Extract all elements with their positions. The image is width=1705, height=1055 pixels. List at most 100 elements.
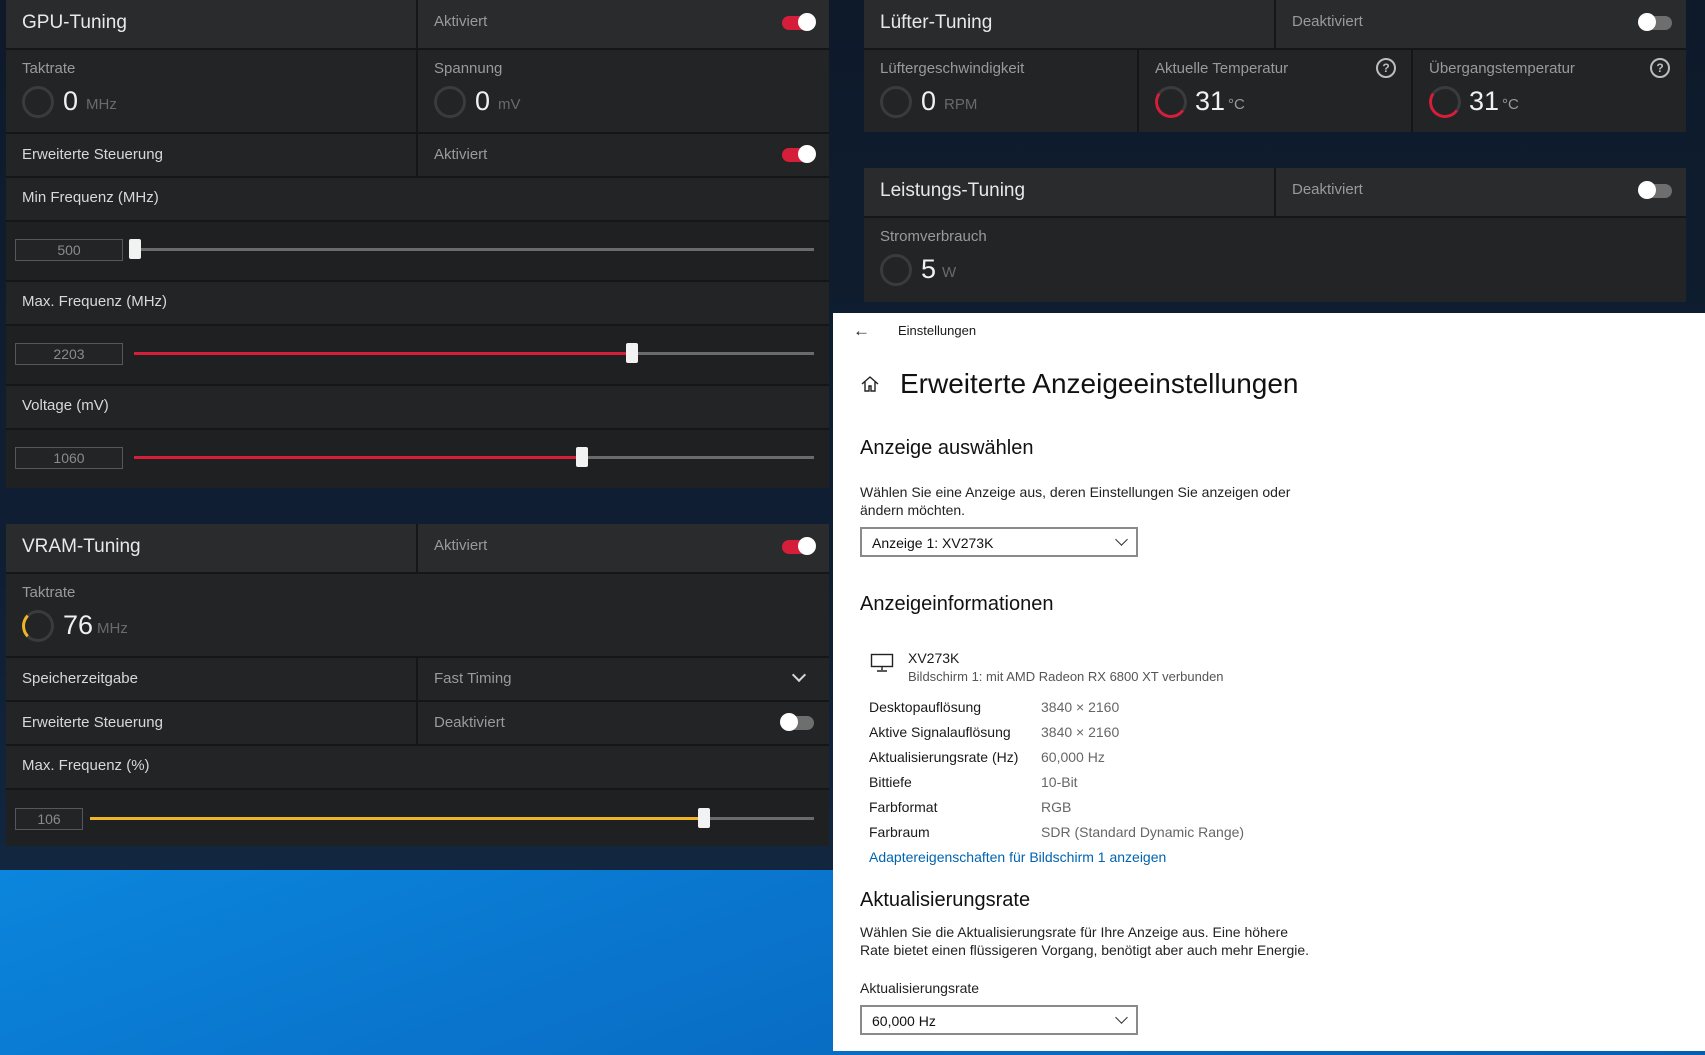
spannung-label: Spannung	[434, 60, 503, 77]
max-frequenz-thumb[interactable]	[626, 343, 638, 363]
stromverbrauch-label: Stromverbrauch	[880, 228, 987, 245]
taktrate-label: Taktrate	[22, 60, 76, 77]
luefter-speed-value: 0	[921, 86, 937, 116]
info-key-1: Aktive Signalauflösung	[869, 724, 1011, 740]
select-description-line2: ändern möchten.	[860, 502, 966, 518]
vram-erweiterte-steuerung-state: Deaktiviert	[434, 714, 505, 731]
temp-value: 31	[1195, 86, 1226, 116]
vram-max-frequenz-thumb[interactable]	[698, 808, 710, 828]
info-value-3: 10-Bit	[1041, 774, 1078, 790]
spannung-unit: mV	[498, 96, 521, 113]
vram-tuning-panel: VRAM-Tuning Aktiviert Taktrate 76 MHz Sp…	[6, 524, 829, 846]
stromverbrauch-unit: W	[942, 264, 957, 281]
chevron-down-icon[interactable]	[791, 667, 807, 683]
vram-tuning-state: Aktiviert	[434, 537, 488, 554]
luefter-tuning-panel: Lüfter-Tuning Deaktiviert Lüftergeschwin…	[864, 0, 1686, 132]
junction-gauge-icon	[1426, 83, 1464, 121]
voltage-thumb[interactable]	[576, 447, 588, 467]
settings-window: ← Einstellungen Erweiterte Anzeigeeinste…	[833, 313, 1705, 1051]
vram-metrics-row: Taktrate 76 MHz	[6, 574, 829, 658]
select-description-line1: Wählen Sie eine Anzeige aus, deren Einst…	[860, 484, 1291, 500]
min-frequenz-label: Min Frequenz (MHz)	[22, 189, 159, 206]
max-frequenz-slider-row: 2203	[6, 326, 829, 386]
leistungs-tuning-state: Deaktiviert	[1292, 181, 1363, 198]
gpu-tuning-header: GPU-Tuning Aktiviert	[6, 0, 829, 50]
temp-label: Aktuelle Temperatur	[1155, 60, 1289, 77]
monitor-subtitle: Bildschirm 1: mit AMD Radeon RX 6800 XT …	[908, 669, 1224, 684]
voltage-label: Voltage (mV)	[22, 397, 109, 414]
help-icon[interactable]: ?	[1650, 58, 1670, 78]
chevron-down-icon	[1115, 533, 1128, 546]
back-arrow-icon[interactable]: ←	[853, 321, 870, 341]
leistungs-tuning-title: Leistungs-Tuning	[880, 180, 1026, 201]
refresh-description-line2: Rate bietet einen flüssigeren Vorgang, b…	[860, 942, 1310, 958]
divider	[416, 0, 418, 48]
leistungs-tuning-toggle[interactable]	[1638, 181, 1672, 199]
erweiterte-steuerung-state: Aktiviert	[434, 146, 488, 163]
vram-max-frequenz-input[interactable]: 106	[15, 808, 83, 830]
gpu-tuning-state: Aktiviert	[434, 13, 488, 30]
gpu-tuning-title: GPU-Tuning	[22, 12, 127, 33]
refresh-rate-select-value: 60,000 Hz	[872, 1013, 936, 1029]
junction-temp-value: 31	[1469, 86, 1500, 116]
refresh-rate-select[interactable]: 60,000 Hz	[860, 1005, 1138, 1035]
refresh-heading: Aktualisierungsrate	[860, 889, 1031, 911]
voltage-fill	[134, 456, 584, 459]
refresh-description-line1: Wählen Sie die Aktualisierungsrate für I…	[860, 924, 1289, 940]
vram-max-frequenz-header-row: Max. Frequenz (%)	[6, 746, 829, 790]
luefter-tuning-title: Lüfter-Tuning	[880, 12, 993, 33]
gpu-metrics-row: Taktrate 0 MHz Spannung 0 mV	[6, 50, 829, 134]
junction-temp-label: Übergangstemperatur	[1429, 60, 1575, 77]
stromverbrauch-value: 5	[921, 254, 937, 284]
erweiterte-steuerung-toggle[interactable]	[782, 145, 816, 163]
taktrate-unit: MHz	[86, 96, 117, 113]
voltage-header-row: Voltage (mV)	[6, 386, 829, 430]
display-select[interactable]: Anzeige 1: XV273K	[860, 527, 1138, 557]
erweiterte-steuerung-label: Erweiterte Steuerung	[22, 146, 163, 163]
info-value-4: RGB	[1041, 799, 1072, 815]
vram-tuning-header: VRAM-Tuning Aktiviert	[6, 524, 829, 574]
chevron-down-icon	[1115, 1011, 1128, 1024]
luefter-speed-unit: RPM	[944, 96, 978, 113]
luefter-tuning-toggle[interactable]	[1638, 13, 1672, 31]
speicherzeitgabe-value[interactable]: Fast Timing	[434, 670, 512, 687]
info-value-0: 3840 × 2160	[1041, 699, 1120, 715]
adapter-properties-link[interactable]: Adaptereigenschaften für Bildschirm 1 an…	[869, 849, 1166, 865]
luefter-gauge-icon	[880, 86, 912, 118]
leistungs-tuning-panel: Leistungs-Tuning Deaktiviert Stromverbra…	[864, 168, 1686, 302]
page-title: Erweiterte Anzeigeeinstellungen	[900, 368, 1299, 399]
min-frequenz-header-row: Min Frequenz (MHz)	[6, 178, 829, 222]
luefter-tuning-header: Lüfter-Tuning Deaktiviert	[864, 0, 1686, 50]
speicherzeitgabe-label: Speicherzeitgabe	[22, 670, 138, 687]
info-key-5: Farbraum	[869, 824, 930, 840]
max-frequenz-input[interactable]: 2203	[15, 343, 123, 365]
vram-tuning-toggle[interactable]	[782, 537, 816, 555]
refresh-select-label: Aktualisierungsrate	[860, 980, 980, 996]
info-heading: Anzeigeinformationen	[860, 593, 1054, 615]
settings-breadcrumb: Einstellungen	[898, 323, 977, 338]
luefter-tuning-state: Deaktiviert	[1292, 13, 1363, 30]
info-key-4: Farbformat	[869, 799, 938, 815]
min-frequenz-thumb[interactable]	[129, 239, 141, 259]
home-icon[interactable]	[860, 374, 880, 399]
voltage-input[interactable]: 1060	[15, 447, 123, 469]
info-key-3: Bittiefe	[869, 774, 912, 790]
display-select-value: Anzeige 1: XV273K	[872, 535, 994, 551]
vram-erweiterte-steuerung-row: Erweiterte Steuerung Deaktiviert	[6, 702, 829, 746]
stromverbrauch-gauge-icon	[880, 254, 912, 286]
vram-max-frequenz-label: Max. Frequenz (%)	[22, 757, 150, 774]
vram-erweiterte-steuerung-toggle[interactable]	[780, 713, 814, 731]
junction-temp-unit: °C	[1502, 96, 1519, 113]
select-heading: Anzeige auswählen	[860, 437, 1034, 459]
luefter-metrics-row: Lüftergeschwindigkeit 0 RPM Aktuelle Tem…	[864, 50, 1686, 132]
spannung-gauge-icon	[434, 86, 466, 118]
vram-max-frequenz-fill	[90, 817, 706, 820]
gpu-tuning-toggle[interactable]	[782, 13, 816, 31]
min-frequenz-input[interactable]: 500	[15, 239, 123, 261]
luefter-speed-label: Lüftergeschwindigkeit	[880, 60, 1025, 77]
voltage-slider-row: 1060	[6, 430, 829, 488]
taktrate-value: 0	[63, 86, 79, 116]
info-value-1: 3840 × 2160	[1041, 724, 1120, 740]
speicherzeitgabe-row[interactable]: Speicherzeitgabe Fast Timing	[6, 658, 829, 702]
help-icon[interactable]: ?	[1376, 58, 1396, 78]
